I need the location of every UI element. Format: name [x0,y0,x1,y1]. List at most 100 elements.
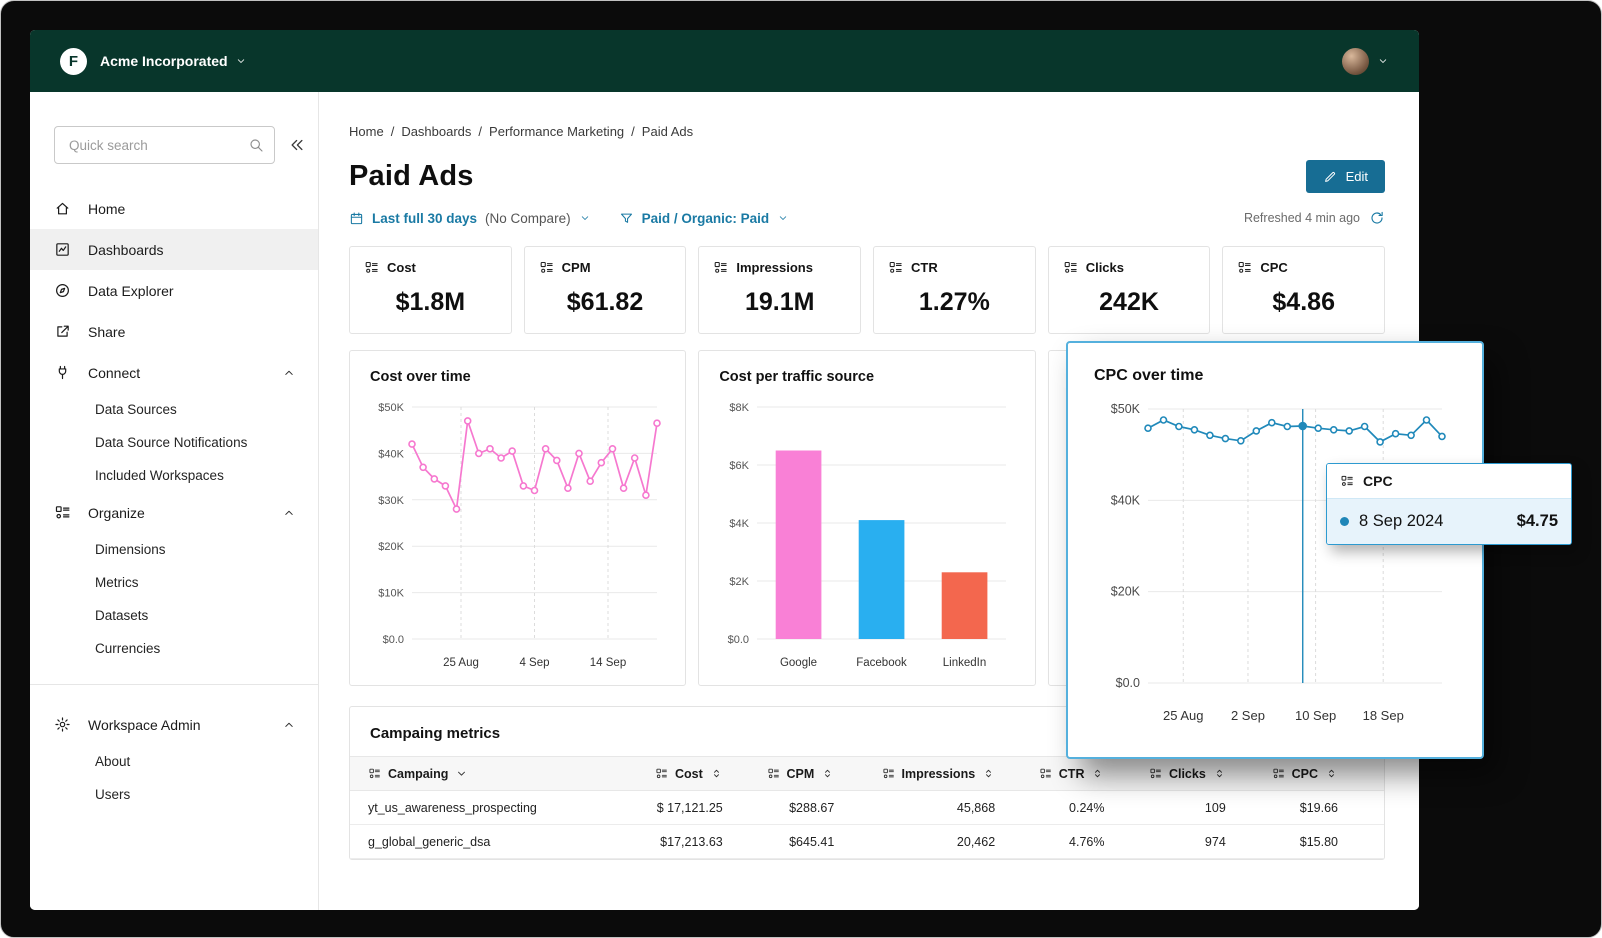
sidebar-subitem-data-sources[interactable]: Data Sources [30,393,318,426]
table-cell: 20,462 [852,825,1013,859]
sidebar-item-organize[interactable]: Organize [30,492,318,533]
sidebar-subitem-datasets[interactable]: Datasets [30,599,318,632]
metric-icon [1237,260,1252,275]
svg-text:Facebook: Facebook [857,657,908,669]
table-cell: 45,868 [852,791,1013,825]
svg-text:$20K: $20K [1111,585,1141,599]
sidebar-nav: HomeDashboardsData ExplorerShareConnectD… [30,188,318,811]
column-header-clicks[interactable]: Clicks [1122,757,1243,791]
metric-icon [1063,260,1078,275]
kpi-value: 1.27% [888,288,1021,317]
metric-icon [368,767,381,780]
table-cell: $ 17,121.25 [629,791,741,825]
edit-button[interactable]: Edit [1306,160,1385,193]
sidebar-subitem-included-workspaces[interactable]: Included Workspaces [30,459,318,492]
svg-text:$30K: $30K [378,495,404,507]
kpi-label: CTR [911,260,938,275]
sidebar-item-share[interactable]: Share [30,311,318,352]
search-box [54,126,275,164]
sidebar-item-home[interactable]: Home [30,188,318,229]
sidebar-item-label: Organize [88,505,145,521]
metric-icon [1272,767,1285,780]
svg-text:10 Sep: 10 Sep [1295,708,1336,723]
column-header-cpc[interactable]: CPC [1244,757,1384,791]
svg-text:$20K: $20K [378,541,404,553]
double-chevron-left-icon [288,136,306,154]
table-row[interactable]: yt_us_awareness_prospecting$ 17,121.25$2… [350,791,1384,825]
table-cell: 109 [1122,791,1243,825]
tooltip-marker [1340,517,1349,526]
column-header-ctr[interactable]: CTR [1013,757,1122,791]
table-cell: $15.80 [1244,825,1384,859]
sidebar-subitem-dimensions[interactable]: Dimensions [30,533,318,566]
account-menu-button[interactable] [1377,55,1389,67]
segment-filter[interactable]: Paid / Organic: Paid [619,211,790,226]
search-input[interactable] [67,137,248,154]
column-header-cpm[interactable]: CPM [741,757,853,791]
metric-icon [364,260,379,275]
sidebar-subitem-currencies[interactable]: Currencies [30,632,318,665]
sidebar-subitem-data-source-notifications[interactable]: Data Source Notifications [30,426,318,459]
table-cell: $19.66 [1244,791,1384,825]
svg-text:$0.0: $0.0 [383,634,404,646]
svg-text:18 Sep: 18 Sep [1363,708,1404,723]
home-icon [54,200,71,217]
app-logo[interactable]: F [60,48,87,75]
screen-frame: F Acme Incorporated HomeDas [0,0,1602,938]
kpi-card-impressions: Impressions 19.1M [698,246,861,334]
date-range-filter[interactable]: Last full 30 days (No Compare) [349,211,591,226]
breadcrumb-separator: / [631,124,635,139]
chevron-up-icon [282,366,296,380]
workspace-selector[interactable]: Acme Incorporated [100,53,247,69]
chevron-down-icon [455,767,468,780]
svg-text:$40K: $40K [378,448,404,460]
tooltip-value: $4.75 [1517,512,1558,531]
breadcrumb-item-paid-ads[interactable]: Paid Ads [642,124,693,139]
chart-tooltip: CPC 8 Sep 2024 $4.75 [1326,463,1572,545]
column-label: Campaing [388,767,448,781]
breadcrumb-item-performance-marketing[interactable]: Performance Marketing [489,124,624,139]
column-header-cost[interactable]: Cost [629,757,741,791]
popup-title: CPC over time [1094,367,1456,385]
tooltip-date: 8 Sep 2024 [1359,512,1443,531]
svg-text:$50K: $50K [1111,402,1141,416]
svg-text:$0.0: $0.0 [728,634,749,646]
kpi-label: Impressions [736,260,813,275]
cost-per-traffic-source-chart[interactable]: $8K$6K$4K$2K$0.0GoogleFacebookLinkedIn [715,395,1018,675]
cost-over-time-chart[interactable]: $50K$40K$30K$20K$10K$0.025 Aug4 Sep14 Se… [366,395,669,675]
chevron-up-icon [282,718,296,732]
kpi-card-cpc: CPC $4.86 [1222,246,1385,334]
sidebar-subitem-users[interactable]: Users [30,778,318,811]
compass-icon [54,282,71,299]
sidebar-subitem-about[interactable]: About [30,745,318,778]
sidebar-collapse-button[interactable] [288,136,306,154]
metric-icon [713,260,728,275]
chevron-down-icon [235,55,247,67]
refresh-button[interactable] [1369,210,1385,226]
sidebar-item-connect[interactable]: Connect [30,352,318,393]
column-header-impressions[interactable]: Impressions [852,757,1013,791]
breadcrumb-item-dashboards[interactable]: Dashboards [401,124,471,139]
sidebar-item-dashboards[interactable]: Dashboards [30,229,318,270]
cpc-over-time-chart[interactable]: $50K$40K$20K$0.025 Aug2 Sep10 Sep18 Sep [1094,393,1456,729]
svg-text:25 Aug: 25 Aug [1163,708,1204,723]
breadcrumb-item-home[interactable]: Home [349,124,384,139]
cost-over-time-card: Cost over time $50K$40K$30K$20K$10K$0.02… [349,350,686,686]
sidebar-divider [30,684,318,685]
sort-icon [710,767,723,780]
sidebar-item-workspace-admin[interactable]: Workspace Admin [30,704,318,745]
svg-text:$2K: $2K [730,576,750,588]
avatar[interactable] [1342,48,1369,75]
table-row[interactable]: g_global_generic_dsa$17,213.63$645.4120,… [350,825,1384,859]
chevron-down-icon [579,212,591,224]
column-label: CPM [787,767,815,781]
table-cell: $288.67 [741,791,853,825]
column-header-campaing[interactable]: Campaing [350,757,629,791]
sidebar-item-data-explorer[interactable]: Data Explorer [30,270,318,311]
tooltip-series: CPC [1363,473,1393,489]
metric-icon [1340,474,1354,488]
kpi-label: CPM [562,260,591,275]
sidebar-subitem-metrics[interactable]: Metrics [30,566,318,599]
kpi-value: $4.86 [1237,288,1370,317]
chevron-down-icon [777,212,789,224]
